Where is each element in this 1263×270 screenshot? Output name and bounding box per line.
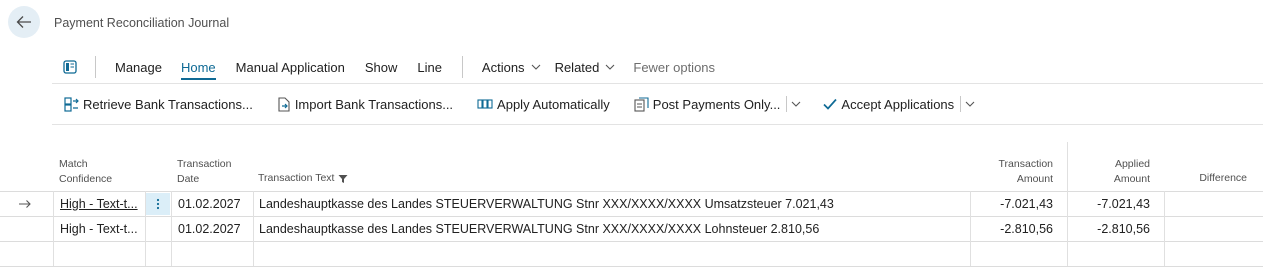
post-payments-icon [634, 96, 649, 112]
import-label: Import Bank Transactions... [294, 96, 454, 112]
import-file-icon [278, 96, 290, 112]
post-payments-only-button[interactable]: Post Payments Only... [634, 96, 781, 112]
divider [960, 96, 962, 112]
post-payments-label: Post Payments Only... [652, 96, 781, 112]
grid-line [1164, 191, 1165, 266]
chevron-down-icon [531, 64, 540, 70]
header-line: Confidence [59, 173, 113, 185]
grid-line [1067, 142, 1068, 266]
back-button[interactable] [8, 6, 40, 38]
actions-menu[interactable]: Actions [482, 60, 541, 75]
related-label: Related [554, 59, 600, 75]
tab-home[interactable]: Home [180, 60, 216, 80]
divider [52, 83, 1263, 84]
grid-line [0, 266, 1263, 267]
grid-line [0, 241, 1263, 242]
header-line: Transaction [998, 158, 1053, 170]
grid-line [970, 191, 971, 266]
chevron-down-icon[interactable] [791, 101, 801, 107]
tab-show[interactable]: Show [365, 60, 398, 75]
grid-line [0, 216, 1263, 217]
divider [52, 124, 1263, 125]
header-line: Transaction Text [258, 172, 335, 184]
tab-line[interactable]: Line [417, 60, 442, 75]
transaction-text-cell[interactable]: Landeshauptkasse des Landes STEUERVERWAL… [259, 222, 819, 236]
filter-icon [338, 174, 348, 183]
header-line: Date [177, 173, 200, 185]
divider [461, 56, 463, 78]
transaction-text-cell[interactable]: Landeshauptkasse des Landes STEUERVERWAL… [259, 197, 834, 211]
header-line: Difference [1199, 172, 1247, 184]
header-line: Amount [1016, 173, 1053, 185]
pin-details-icon[interactable] [63, 60, 77, 74]
checkmark-icon [823, 98, 838, 110]
apply-automatically-label: Apply Automatically [497, 96, 610, 112]
column-header-transaction-amount[interactable]: Transaction Amount [999, 157, 1053, 187]
arrow-left-icon [16, 16, 31, 28]
retrieve-icon [64, 96, 79, 112]
transaction-date-cell[interactable]: 01.02.2027 [178, 222, 241, 236]
column-header-applied-amount[interactable]: Applied Amount [1114, 157, 1150, 187]
column-header-difference[interactable]: Difference [1199, 171, 1247, 186]
header-line: Transaction [177, 158, 232, 170]
divider [786, 96, 788, 112]
tab-manual-application[interactable]: Manual Application [236, 60, 345, 75]
transaction-amount-cell[interactable]: -7.021,43 [1000, 197, 1053, 211]
more-options-icon [156, 198, 160, 210]
chevron-down-icon[interactable] [965, 101, 975, 107]
grid-line [253, 191, 254, 266]
transaction-date-cell[interactable]: 01.02.2027 [178, 197, 241, 211]
accept-applications-button[interactable]: Accept Applications [823, 97, 954, 112]
tab-manage[interactable]: Manage [115, 60, 162, 75]
applied-amount-cell[interactable]: -7.021,43 [1097, 197, 1150, 211]
applied-amount-cell[interactable]: -2.810,56 [1097, 222, 1150, 236]
fewer-options-button[interactable]: Fewer options [633, 60, 715, 75]
import-bank-transactions-button[interactable]: Import Bank Transactions... [277, 97, 453, 112]
grid-line [0, 191, 1263, 192]
column-header-transaction-date[interactable]: Transaction Date [177, 157, 231, 187]
page-title: Payment Reconciliation Journal [54, 16, 230, 30]
transaction-amount-cell[interactable]: -2.810,56 [1000, 222, 1053, 236]
apply-automatically-icon [477, 99, 493, 109]
accept-applications-label: Accept Applications [841, 96, 955, 112]
match-confidence-cell[interactable]: High - Text-t... [60, 222, 138, 236]
apply-automatically-button[interactable]: Apply Automatically [477, 97, 610, 112]
grid-line [171, 191, 172, 266]
column-header-transaction-text[interactable]: Transaction Text [258, 171, 348, 186]
chevron-down-icon [605, 64, 615, 70]
row-actions-button[interactable] [146, 193, 170, 215]
ribbon: Retrieve Bank Transactions... Import Ban… [64, 94, 975, 114]
retrieve-bank-transactions-button[interactable]: Retrieve Bank Transactions... [64, 97, 253, 112]
divider [95, 56, 96, 78]
header-line: Amount [1113, 173, 1150, 185]
action-bar: Manage Home Manual Application Show Line… [58, 56, 715, 80]
header-line: Match [59, 158, 88, 170]
retrieve-label: Retrieve Bank Transactions... [83, 96, 253, 112]
header-line: Applied [1114, 158, 1150, 170]
match-confidence-cell[interactable]: High - Text-t... [60, 197, 138, 211]
actions-label: Actions [481, 59, 525, 75]
column-header-match-confidence[interactable]: Match Confidence [59, 157, 112, 187]
current-row-arrow-icon [19, 200, 31, 208]
related-menu[interactable]: Related [555, 60, 616, 75]
grid-line [53, 191, 54, 266]
